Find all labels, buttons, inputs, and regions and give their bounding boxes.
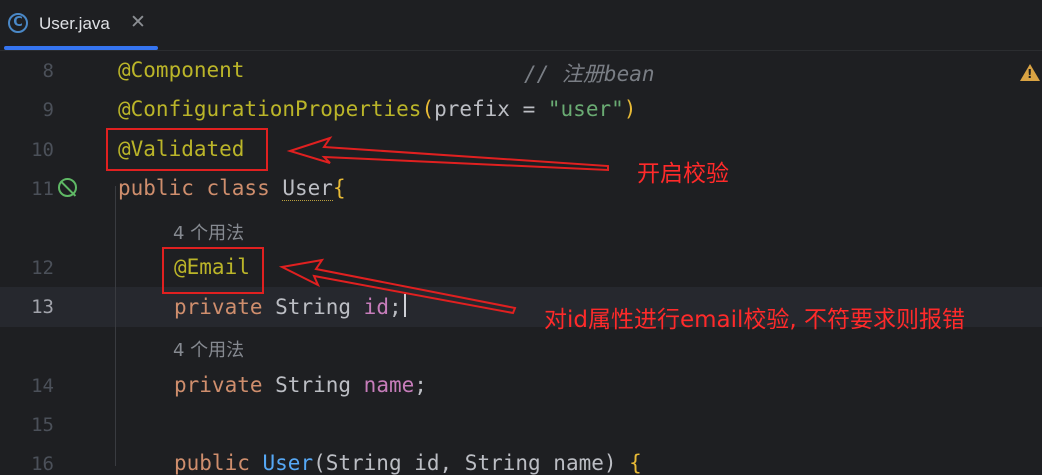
- annotation-arrows: [278, 136, 609, 315]
- validated-note: 开启校验: [637, 161, 729, 187]
- email-note: 对id属性进行email校验, 不符要求则报错: [544, 307, 966, 333]
- arrow-validated: [286, 136, 609, 172]
- arrow-email: [278, 258, 517, 315]
